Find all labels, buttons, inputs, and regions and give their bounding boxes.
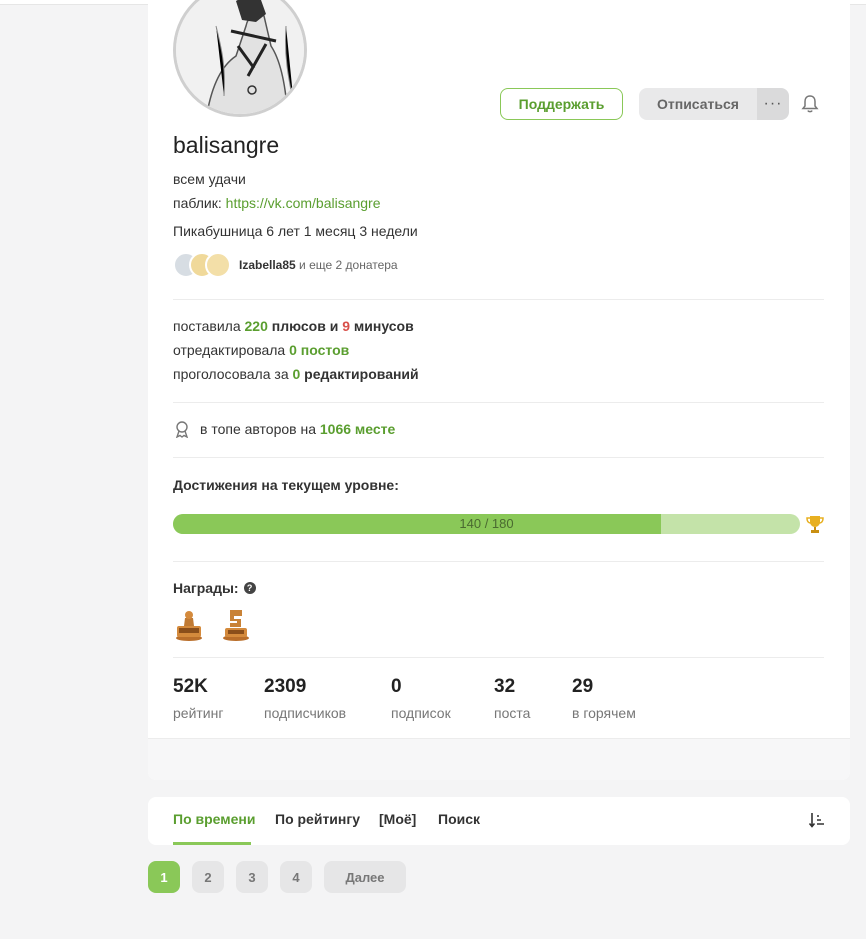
stat-label: подписчиков: [264, 705, 347, 721]
stat-label: рейтинг: [173, 705, 224, 721]
edits-count[interactable]: 0 постов: [289, 342, 349, 358]
minuses-count: 9: [342, 318, 351, 334]
tab-mine[interactable]: [Моё]: [379, 811, 416, 827]
rank-place[interactable]: 1066 месте: [320, 421, 395, 437]
stat-hot: 29 в горячем: [572, 676, 636, 721]
posts-tabs: По времени По рейтингу [Моё] Поиск: [148, 797, 850, 845]
stat-value: 52K: [173, 676, 208, 697]
tab-by-rating[interactable]: По рейтингу: [275, 811, 360, 827]
activity-text: отредактировала: [173, 342, 290, 358]
tab-search[interactable]: Поиск: [438, 811, 480, 827]
divider: [173, 402, 824, 403]
public-link[interactable]: https://vk.com/balisangre: [226, 195, 381, 211]
activity-text: редактирований: [300, 366, 419, 382]
bell-icon[interactable]: [800, 94, 820, 114]
achievements-title: Достижения на текущем уровне:: [173, 477, 399, 493]
trophy-icon: [806, 514, 824, 534]
divider: [173, 657, 824, 658]
profile-card-footer: [148, 738, 850, 780]
achievements-progress-bar: 140 / 180: [173, 514, 800, 534]
profile-username: balisangre: [173, 132, 280, 158]
pluses-count: 220: [244, 318, 268, 334]
award-100-icon[interactable]: [173, 608, 205, 642]
page-1-button[interactable]: 1: [148, 861, 180, 893]
donor-text: Izabella85 и еще 2 донатера: [239, 258, 398, 272]
activity-edits: отредактировала 0 постов: [173, 342, 349, 358]
activity-edit-votes: проголосовала за 0 редактирований: [173, 366, 419, 382]
donor-name[interactable]: Izabella85: [239, 258, 296, 272]
profile-bio: всем удачи: [173, 171, 246, 187]
next-page-button[interactable]: Далее: [324, 861, 406, 893]
stat-rating: 52K рейтинг: [173, 676, 223, 721]
page-4-button[interactable]: 4: [280, 861, 312, 893]
medal-icon: [173, 420, 191, 439]
support-button[interactable]: Поддержать: [500, 88, 623, 120]
question-icon[interactable]: ?: [243, 582, 256, 594]
unsubscribe-button[interactable]: Отписаться: [639, 88, 757, 120]
stat-posts: 32 поста: [494, 676, 530, 721]
award-5-years-icon[interactable]: [220, 608, 252, 642]
stat-subscribers[interactable]: 2309 подписчиков: [264, 676, 346, 721]
donor-more: и еще 2 донатера: [299, 258, 398, 272]
activity-text: минусов: [350, 318, 414, 334]
stat-label: поста: [494, 705, 531, 721]
profile-public-row: паблик: https://vk.com/balisangre: [173, 195, 381, 211]
divider: [173, 457, 824, 458]
divider: [173, 299, 824, 300]
page-2-button[interactable]: 2: [192, 861, 224, 893]
stat-value: 2309: [264, 676, 307, 697]
rank-prefix: в топе авторов на: [200, 421, 316, 437]
page-3-button[interactable]: 3: [236, 861, 268, 893]
tab-by-time[interactable]: По времени: [173, 811, 255, 827]
progress-label: 140 / 180: [459, 516, 514, 531]
activity-text: проголосовала за: [173, 366, 293, 382]
stat-subscriptions[interactable]: 0 подписок: [391, 676, 451, 721]
public-label: паблик:: [173, 195, 226, 211]
active-tab-underline: [173, 842, 251, 845]
stat-label: в горячем: [572, 705, 636, 721]
activity-text: поставила: [173, 318, 245, 334]
awards-title: Награды: ?: [173, 580, 256, 596]
stat-value: 29: [572, 676, 594, 697]
divider: [173, 561, 824, 562]
stat-value: 0: [391, 676, 402, 697]
stat-label: подписок: [391, 705, 451, 721]
more-options-button[interactable]: ···: [757, 88, 789, 120]
activity-votes: поставила 220 плюсов и 9 минусов: [173, 318, 414, 334]
sort-icon[interactable]: [808, 811, 826, 829]
donor-avatar: [205, 252, 231, 278]
stat-value: 32: [494, 676, 516, 697]
membership-duration: Пикабушница 6 лет 1 месяц 3 недели: [173, 223, 418, 239]
donors-row[interactable]: Izabella85 и еще 2 донатера: [173, 252, 398, 278]
author-rank-row: в топе авторов на 1066 месте: [173, 420, 395, 439]
awards-label: Награды:: [173, 580, 239, 596]
activity-text: плюсов и: [267, 318, 343, 334]
